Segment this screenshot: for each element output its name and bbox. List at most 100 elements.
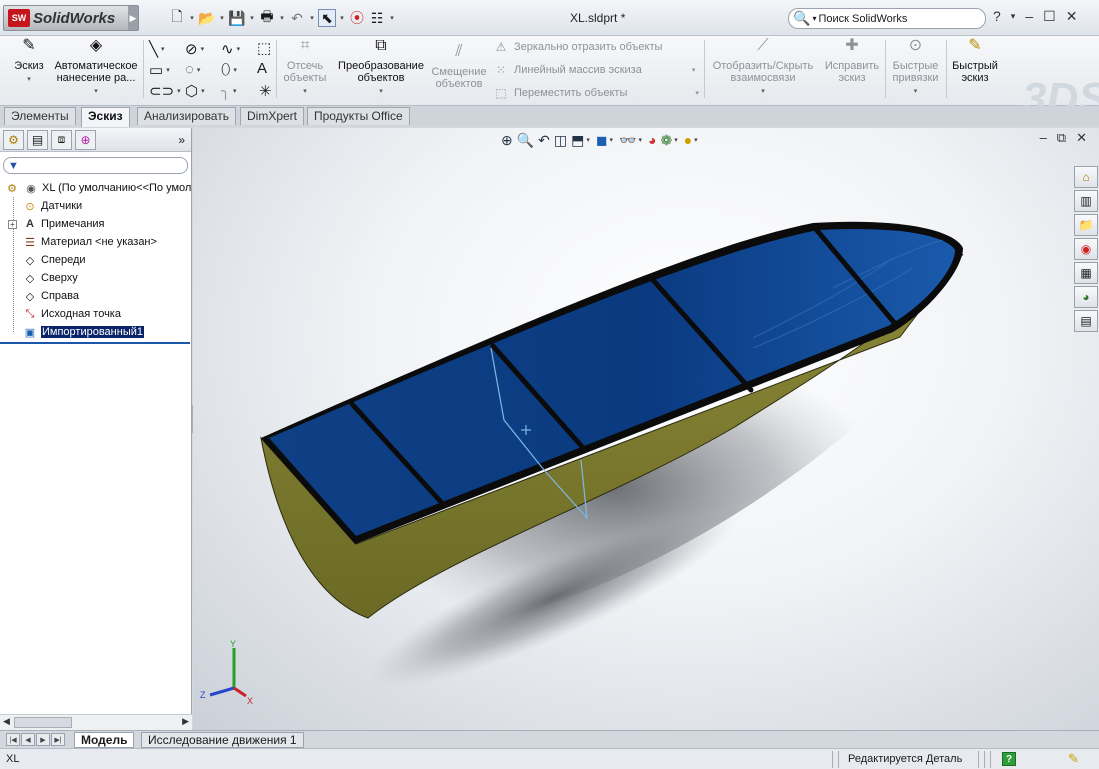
tree-root-part[interactable]: ⚙ ◉ XL (По умолчанию<<По умол: [4, 179, 191, 197]
relations-dropdown-icon[interactable]: ▾: [708, 86, 818, 98]
undo-icon[interactable]: ↶: [288, 9, 306, 27]
ellipse-tool[interactable]: ⬯ ▾: [221, 61, 237, 78]
search-results-icon[interactable]: ◉: [1074, 238, 1098, 260]
minimize-icon[interactable]: –: [1025, 8, 1033, 25]
mirror-entities-button[interactable]: ⚠ Зеркально отразить объекты: [494, 40, 663, 54]
last-tab-icon[interactable]: ▶|: [51, 733, 65, 746]
convert-entities-button[interactable]: ⧉ Преобразование объектов ▾: [336, 38, 426, 98]
menu-expand-arrow-icon[interactable]: ▶: [128, 6, 138, 30]
expand-annotations-icon[interactable]: +: [8, 220, 17, 229]
rapid-sketch-button[interactable]: ✎ Быстрый эскиз: [949, 38, 1001, 85]
configuration-manager-tab-icon[interactable]: ⧈: [51, 129, 72, 150]
options-dropdown-icon[interactable]: ▾: [388, 14, 396, 22]
print-icon[interactable]: 🖶: [258, 8, 276, 27]
tree-item-annotations[interactable]: A Примечания: [22, 215, 105, 233]
tree-filter-input[interactable]: ▼: [3, 157, 188, 174]
sketch-dropdown-icon[interactable]: ▾: [8, 74, 50, 86]
rectangle-tool[interactable]: ▭ ▾: [149, 61, 170, 79]
ellipse-dropdown-icon[interactable]: ▾: [233, 66, 237, 74]
trim-button[interactable]: ⌗ Отсечь объекты ▾: [280, 38, 330, 98]
custom-properties-icon[interactable]: ▤: [1074, 310, 1098, 332]
text-tool[interactable]: A: [257, 60, 267, 77]
move-dropdown-icon[interactable]: ▾: [695, 89, 699, 97]
save-dropdown-icon[interactable]: ▾: [248, 14, 256, 22]
repair-sketch-button[interactable]: ✚ Исправить эскиз: [822, 38, 882, 85]
undo-dropdown-icon[interactable]: ▾: [308, 14, 316, 22]
search-dropdown-icon[interactable]: ▾: [812, 14, 816, 23]
scroll-left-icon[interactable]: ◀: [3, 716, 10, 727]
spline-dropdown-icon[interactable]: ▾: [237, 45, 241, 53]
dimxpert-manager-tab-icon[interactable]: ⊕: [75, 129, 96, 150]
circle-tool[interactable]: ⊘ ▾: [185, 40, 204, 58]
fillet-dropdown-icon[interactable]: ▾: [233, 87, 237, 95]
sketch-button[interactable]: ✎ Эскиз ▾: [8, 38, 50, 86]
polygon-dropdown-icon[interactable]: ▾: [201, 87, 205, 95]
line-dropdown-icon[interactable]: ▾: [161, 45, 165, 53]
circle-dropdown-icon[interactable]: ▾: [201, 45, 205, 53]
horizontal-scrollbar[interactable]: ◀ ▶: [0, 714, 192, 730]
more-tabs-chevron-icon[interactable]: »: [178, 133, 185, 147]
solidworks-menu-button[interactable]: SW SolidWorks ▶: [3, 5, 139, 31]
select-pointer-icon[interactable]: ⬉: [318, 9, 336, 27]
appearances-icon[interactable]: ◕: [1074, 286, 1098, 308]
smart-dimension-dropdown-icon[interactable]: ▾: [52, 86, 140, 98]
trim-dropdown-icon[interactable]: ▾: [280, 86, 330, 98]
point-tool[interactable]: ✳: [259, 82, 272, 100]
select-dropdown-icon[interactable]: ▾: [338, 14, 346, 22]
offset-entities-button[interactable]: ⫽ Смещение объектов: [430, 44, 488, 91]
rollback-bar[interactable]: [0, 342, 190, 344]
move-entities-button[interactable]: ⬚ Переместить объекты ▾: [494, 86, 699, 100]
save-icon[interactable]: 💾: [228, 9, 246, 27]
tree-item-origin[interactable]: ⤡ Исходная точка: [22, 305, 121, 323]
fillet-tool[interactable]: ╮ ▾: [221, 82, 237, 100]
rectangle-dropdown-icon[interactable]: ▾: [166, 66, 170, 74]
scroll-right-icon[interactable]: ▶: [182, 716, 189, 727]
tab-model[interactable]: Модель: [74, 732, 135, 748]
open-folder-icon[interactable]: 📂: [198, 9, 216, 27]
new-document-icon[interactable]: 🗋: [168, 8, 186, 27]
help-icon[interactable]: ?: [993, 8, 1001, 25]
tab-office-products[interactable]: Продукты Office: [307, 107, 410, 125]
tree-item-top-plane[interactable]: ◇ Сверху: [22, 269, 78, 287]
convert-dropdown-icon[interactable]: ▾: [336, 86, 426, 98]
feature-manager-tab-icon[interactable]: ⚙: [3, 129, 24, 150]
tab-motion-study[interactable]: Исследование движения 1: [141, 732, 304, 748]
quick-tips-help-icon[interactable]: ?: [1002, 752, 1016, 766]
tab-evaluate[interactable]: Анализировать: [137, 107, 236, 125]
linear-pattern-dropdown-icon[interactable]: ▾: [692, 66, 696, 74]
tree-item-material[interactable]: ☰ Материал <не указан>: [22, 233, 157, 251]
options-icon[interactable]: ☷: [368, 9, 386, 27]
help-dropdown-icon[interactable]: ▾: [1011, 11, 1016, 25]
tree-item-front-plane[interactable]: ◇ Спереди: [22, 251, 86, 269]
file-explorer-folder-icon[interactable]: 📁: [1074, 214, 1098, 236]
property-manager-tab-icon[interactable]: ▤: [27, 129, 48, 150]
solidworks-resources-home-icon[interactable]: ⌂: [1074, 166, 1098, 188]
tab-features[interactable]: Элементы: [4, 107, 76, 125]
view-palette-icon[interactable]: ▦: [1074, 262, 1098, 284]
open-dropdown-icon[interactable]: ▾: [218, 14, 226, 22]
arc-dropdown-icon[interactable]: ▾: [197, 66, 201, 74]
close-icon[interactable]: ✕: [1066, 8, 1078, 25]
quick-snaps-dropdown-icon[interactable]: ▾: [888, 86, 943, 98]
polygon-tool[interactable]: ⬡ ▾: [185, 82, 205, 100]
rebuild-notification-icon[interactable]: ✎: [1068, 751, 1079, 767]
maximize-icon[interactable]: ☐: [1043, 8, 1056, 25]
print-dropdown-icon[interactable]: ▾: [278, 14, 286, 22]
tree-item-imported1[interactable]: ▣ Импортированный1: [22, 323, 144, 341]
first-tab-icon[interactable]: |◀: [6, 733, 20, 746]
search-input[interactable]: Поиск SolidWorks: [818, 13, 907, 25]
slot-tool[interactable]: ⊂⊃ ▾: [149, 82, 181, 100]
scroll-thumb[interactable]: [14, 717, 72, 728]
construction-geometry-tool[interactable]: ⬚: [257, 39, 271, 57]
smart-dimension-button[interactable]: ◈ Автоматическое нанесение ра... ▾: [52, 38, 140, 98]
tree-item-right-plane[interactable]: ◇ Справа: [22, 287, 79, 305]
rebuild-traffic-light-icon[interactable]: ⦿: [348, 9, 366, 27]
tab-sketch[interactable]: Эскиз: [81, 107, 130, 127]
prev-tab-icon[interactable]: ◀: [21, 733, 35, 746]
linear-pattern-button[interactable]: ⁙ Линейный массив эскиза ▾: [494, 63, 695, 77]
graphics-area[interactable]: ⊕ 🔍 ↶ ◫ ⬒ ▾ ◼ ▾ 👓 ▾ ◕ ❁ ▾ ● ▾ – ⧉ ✕ Y Z …: [193, 128, 1099, 730]
tab-dimxpert[interactable]: DimXpert: [240, 107, 305, 125]
tree-item-sensors[interactable]: ⊙ Датчики: [22, 197, 82, 215]
arc-tool[interactable]: ◌ ▾: [185, 61, 200, 78]
boat-model[interactable]: [193, 128, 1099, 730]
